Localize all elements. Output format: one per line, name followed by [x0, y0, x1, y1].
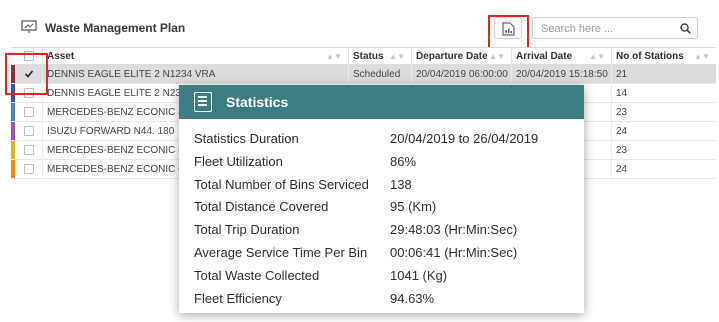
statistic-label: Fleet Efficiency — [194, 290, 282, 306]
cell-departure: 20/04/2019 06:00:00 — [411, 65, 511, 84]
statistics-popup: Statistics Statistics Duration 20/04/2019… — [179, 85, 584, 313]
export-highlight-box — [488, 15, 529, 49]
statistic-value: 20/04/2019 to 26/04/2019 — [390, 131, 539, 146]
statistic-label: Total Trip Duration — [194, 222, 300, 238]
cell-stations: 14 — [611, 84, 716, 103]
statistic-value: 1041 (Kg) — [390, 267, 448, 283]
sort-icon[interactable]: ▲▼ — [694, 48, 710, 65]
column-departure-date[interactable]: Departure Date ▲▼ — [411, 48, 511, 65]
cell-asset: DENNIS EAGLE ELITE 2 N1234 VRA — [42, 65, 348, 84]
statistics-list: Statistics Duration 20/04/2019 to 26/04/2… — [194, 129, 574, 311]
statistic-row: Total Waste Collected 1041 (Kg) — [194, 266, 574, 289]
table-header: Asset ▲▼ Status ▲▼ Departure Date ▲▼ Arriva… — [11, 47, 716, 65]
row-color-strip — [11, 160, 15, 178]
row-checkbox[interactable] — [24, 164, 34, 174]
panel-title: Waste Management Plan — [45, 21, 186, 35]
column-status[interactable]: Status ▲▼ — [348, 48, 411, 65]
search-icon[interactable] — [680, 23, 691, 34]
cell-arrival: 20/04/2019 15:18:50 — [511, 65, 611, 84]
statistics-title: Statistics — [226, 94, 289, 110]
panel-header: Waste Management Plan — [0, 12, 705, 49]
cell-stations: 24 — [611, 160, 716, 179]
row-checkbox[interactable] — [24, 145, 34, 155]
column-no-of-stations[interactable]: No of Stations ▲▼ — [611, 48, 716, 65]
search-input[interactable] — [541, 21, 671, 36]
statistics-header: Statistics — [179, 85, 584, 119]
statistic-row: Fleet Efficiency 94.63% — [194, 289, 574, 312]
cell-status: Scheduled — [348, 65, 411, 84]
search-box[interactable] — [532, 17, 698, 39]
statistics-icon — [194, 92, 212, 112]
statistic-value: 00:06:41 (Hr:Min:Sec) — [390, 244, 518, 260]
statistic-row: Total Number of Bins Serviced 138 — [194, 175, 574, 198]
statistic-label: Statistics Duration — [194, 131, 299, 146]
sort-icon[interactable]: ▲▼ — [589, 48, 605, 65]
statistic-row: Total Distance Covered 95 (Km) — [194, 197, 574, 220]
row-color-strip — [11, 141, 15, 159]
statistic-value: 86% — [390, 153, 417, 169]
column-arrival-date[interactable]: Arrival Date ▲▼ — [511, 48, 611, 65]
statistic-value: 29:48:03 (Hr:Min:Sec) — [390, 222, 518, 238]
statistic-value: 138 — [390, 176, 412, 192]
statistic-label: Fleet Utilization — [194, 153, 283, 169]
statistic-row: Total Trip Duration 29:48:03 (Hr:Min:Sec) — [194, 220, 574, 243]
statistic-label: Total Waste Collected — [194, 267, 320, 283]
checkbox-highlight-box — [5, 53, 48, 95]
statistic-value: 94.63% — [390, 290, 435, 306]
cell-stations: 21 — [611, 65, 716, 84]
cell-stations: 23 — [611, 103, 716, 122]
cell-stations: 24 — [611, 122, 716, 141]
presentation-icon — [21, 20, 37, 34]
row-color-strip — [11, 103, 15, 121]
statistic-row: Average Service Time Per Bin 00:06:41 (Hr… — [194, 243, 574, 266]
statistic-row: Fleet Utilization 86% — [194, 152, 574, 175]
statistic-label: Total Distance Covered — [194, 199, 329, 215]
sort-icon[interactable]: ▲▼ — [489, 48, 505, 65]
row-checkbox[interactable] — [24, 107, 34, 117]
statistic-row: Statistics Duration 20/04/2019 to 26/04/2… — [194, 129, 574, 152]
column-asset[interactable]: Asset ▲▼ — [42, 48, 348, 65]
row-color-strip — [11, 122, 15, 140]
statistic-value: 95 (Km) — [390, 199, 437, 215]
row-checkbox[interactable] — [24, 126, 34, 136]
statistic-label: Total Number of Bins Serviced — [194, 176, 369, 192]
sort-icon[interactable]: ▲▼ — [389, 48, 405, 65]
cell-stations: 23 — [611, 141, 716, 160]
sort-icon[interactable]: ▲▼ — [326, 48, 342, 65]
table-row[interactable]: DENNIS EAGLE ELITE 2 N1234 VRA Scheduled 2… — [11, 65, 716, 84]
statistic-label: Average Service Time Per Bin — [194, 244, 368, 260]
